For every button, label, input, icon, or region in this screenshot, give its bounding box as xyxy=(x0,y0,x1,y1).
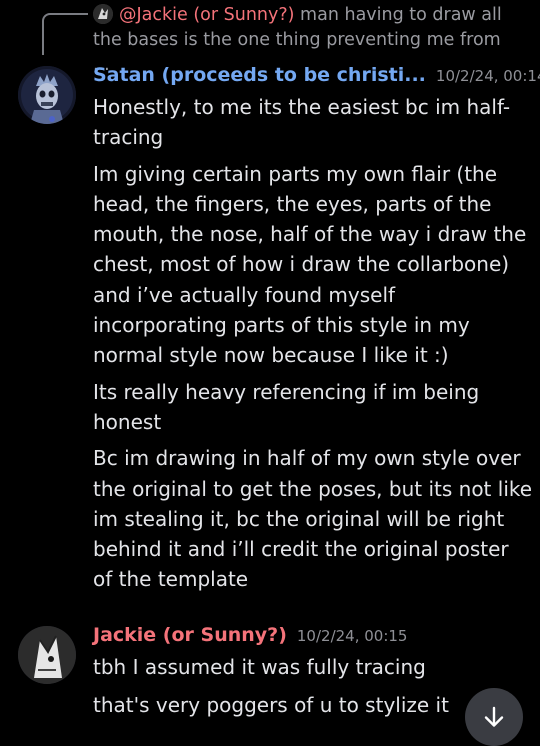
timestamp: 10/2/24, 00:14 xyxy=(435,67,540,85)
arrow-down-icon xyxy=(484,706,504,727)
reply-connector-line xyxy=(42,13,88,55)
message-text: Honestly, to me its the easiest bc im ha… xyxy=(93,95,511,150)
timestamp: 10/2/24, 00:15 xyxy=(296,627,408,645)
message-text: Bc im drawing in half of my own style ov… xyxy=(93,446,533,592)
avatar[interactable] xyxy=(18,626,76,684)
author-name[interactable]: Jackie (or Sunny?) xyxy=(93,624,287,646)
message-text: Im giving certain parts my own flair (th… xyxy=(93,161,527,368)
message-header: Satan (proceeds to be christi... 10/2/24,… xyxy=(93,64,540,86)
avatar[interactable] xyxy=(18,66,76,124)
author-name[interactable]: Satan (proceeds to be christi... xyxy=(93,64,426,86)
reply-mention[interactable]: @Jackie (or Sunny?) xyxy=(119,5,294,25)
reply-context[interactable]: @Jackie (or Sunny?) man having to draw a… xyxy=(0,0,540,75)
message-content: Honestly, to me its the easiest bc im ha… xyxy=(93,92,533,601)
message-text: Its really heavy referencing if im being… xyxy=(93,379,480,434)
jump-to-latest-button[interactable] xyxy=(465,688,523,746)
message-text: tbh I assumed it was fully tracing xyxy=(93,655,426,679)
message-header: Jackie (or Sunny?) 10/2/24, 00:15 xyxy=(93,624,407,646)
